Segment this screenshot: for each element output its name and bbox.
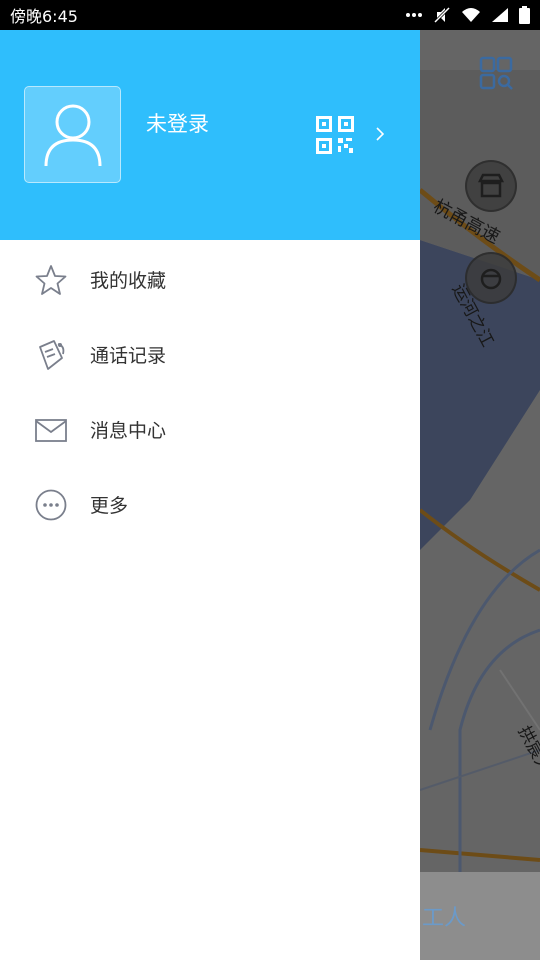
more-icon (34, 488, 68, 522)
qr-code-button[interactable] (316, 116, 354, 158)
call-record-icon (34, 338, 68, 372)
drawer-header[interactable]: 未登录 (0, 30, 420, 240)
battery-icon (519, 6, 530, 24)
status-time: 傍晚6:45 (10, 7, 78, 26)
star-icon (34, 263, 68, 297)
menu-item-label: 更多 (90, 495, 129, 517)
status-icons (405, 6, 530, 24)
signal-icon (492, 8, 508, 22)
status-bar: 傍晚6:45 (0, 0, 540, 30)
side-drawer: 未登录 我的收藏 通话记录 消息中心 更多 (0, 30, 420, 960)
chevron-right-icon[interactable] (375, 126, 385, 142)
username[interactable]: 未登录 (146, 108, 209, 138)
map-shop-button[interactable] (465, 160, 517, 212)
menu-item-more[interactable]: 更多 (0, 467, 420, 542)
map-bottom-label[interactable]: 工人 (420, 872, 540, 960)
mail-icon (34, 413, 68, 447)
map-person-button[interactable] (465, 252, 517, 304)
worker-icon (480, 268, 502, 290)
grid-search-icon (479, 56, 513, 90)
map-grid-button[interactable] (470, 52, 522, 100)
menu-item-label: 消息中心 (90, 420, 167, 442)
drawer-menu: 我的收藏 通话记录 消息中心 更多 (0, 240, 420, 542)
shop-icon (477, 173, 505, 198)
wifi-icon (462, 8, 480, 22)
more-dots-icon (406, 13, 422, 17)
mute-icon (433, 6, 451, 24)
menu-item-label: 我的收藏 (90, 270, 167, 292)
avatar[interactable] (24, 86, 121, 183)
menu-item-favorites[interactable]: 我的收藏 (0, 242, 420, 317)
menu-item-call-records[interactable]: 通话记录 (0, 317, 420, 392)
menu-item-label: 通话记录 (90, 345, 167, 367)
menu-item-messages[interactable]: 消息中心 (0, 392, 420, 467)
user-icon (44, 104, 101, 166)
qr-code-icon (316, 116, 354, 154)
